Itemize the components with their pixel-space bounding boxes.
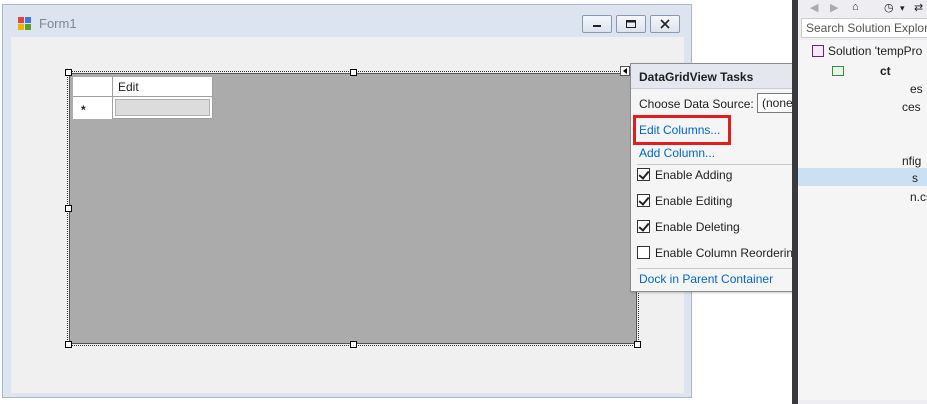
close-button[interactable]	[650, 15, 680, 33]
project-label: ct	[880, 64, 891, 78]
grid-cell-editor	[115, 99, 210, 116]
tree-item-project[interactable]: ct	[832, 64, 891, 78]
solution-icon	[812, 45, 824, 57]
project-icon	[832, 66, 844, 76]
resize-handle-sw[interactable]	[65, 341, 72, 348]
smart-tag-icon[interactable]	[620, 66, 630, 76]
data-source-label: Choose Data Source:	[639, 97, 754, 111]
tree-item[interactable]: ces	[902, 100, 921, 114]
solution-explorer-toolbar: ◀ ▶ ⌂ ◷ ▾ ⇄	[798, 0, 927, 18]
maximize-button[interactable]	[616, 15, 646, 33]
search-solution-input[interactable]: Search Solution Explore	[801, 18, 927, 38]
solution-tree: Solution 'tempPro ct es ces nfig s n.cs	[798, 40, 927, 400]
forward-icon[interactable]: ▶	[830, 1, 838, 14]
grid-top-left-header[interactable]	[73, 77, 113, 97]
back-icon[interactable]: ◀	[810, 1, 818, 14]
tree-item[interactable]: n.cs	[910, 190, 927, 204]
home-icon[interactable]: ⌂	[852, 1, 859, 13]
close-icon	[660, 19, 670, 29]
resize-handle-n[interactable]	[350, 69, 357, 76]
edit-columns-link[interactable]: Edit Columns...	[639, 123, 720, 137]
tree-item[interactable]: s	[912, 171, 918, 185]
history-icon[interactable]: ◷	[884, 1, 894, 14]
tree-item[interactable]: es	[910, 82, 923, 96]
grid-row-header[interactable]: *	[73, 97, 113, 119]
grid-new-row-cell[interactable]	[113, 97, 213, 119]
enable-editing-checkbox[interactable]	[637, 194, 650, 207]
enable-deleting-label: Enable Deleting	[655, 220, 740, 234]
datagridview[interactable]: Edit *	[69, 73, 637, 344]
solution-explorer-pane: ◀ ▶ ⌂ ◷ ▾ ⇄ Search Solution Explore Solu…	[792, 0, 927, 404]
solution-label: Solution 'tempPro	[828, 44, 923, 58]
minimize-button[interactable]	[582, 15, 612, 33]
resize-handle-nw[interactable]	[65, 69, 72, 76]
form-title: Form1	[39, 16, 77, 31]
form-titlebar[interactable]: Form1	[3, 5, 691, 37]
dock-in-parent-link[interactable]: Dock in Parent Container	[639, 272, 773, 286]
enable-adding-checkbox[interactable]	[637, 168, 650, 181]
enable-column-reordering-label: Enable Column Reordering	[655, 246, 800, 260]
add-column-link[interactable]: Add Column...	[639, 146, 715, 160]
enable-deleting-checkbox[interactable]	[637, 220, 650, 233]
resize-handle-s[interactable]	[350, 341, 357, 348]
tree-item-solution[interactable]: Solution 'tempPro	[812, 44, 922, 58]
designer-surface: Form1 Edit * DataGridView Tasks Choose D…	[0, 0, 910, 404]
form-icon	[18, 17, 31, 30]
selected-row-highlight	[798, 168, 927, 186]
tree-item[interactable]: nfig	[902, 154, 921, 168]
sync-icon[interactable]: ⇄	[914, 1, 923, 14]
maximize-icon	[626, 20, 636, 28]
enable-adding-label: Enable Adding	[655, 168, 733, 182]
enable-editing-label: Enable Editing	[655, 194, 733, 208]
minimize-icon	[593, 25, 601, 27]
grid-column-header[interactable]: Edit	[113, 77, 213, 97]
enable-column-reordering-checkbox[interactable]	[637, 246, 650, 259]
resize-handle-se[interactable]	[634, 341, 641, 348]
resize-handle-w[interactable]	[65, 205, 72, 212]
history-dropdown-icon[interactable]: ▾	[900, 3, 905, 14]
